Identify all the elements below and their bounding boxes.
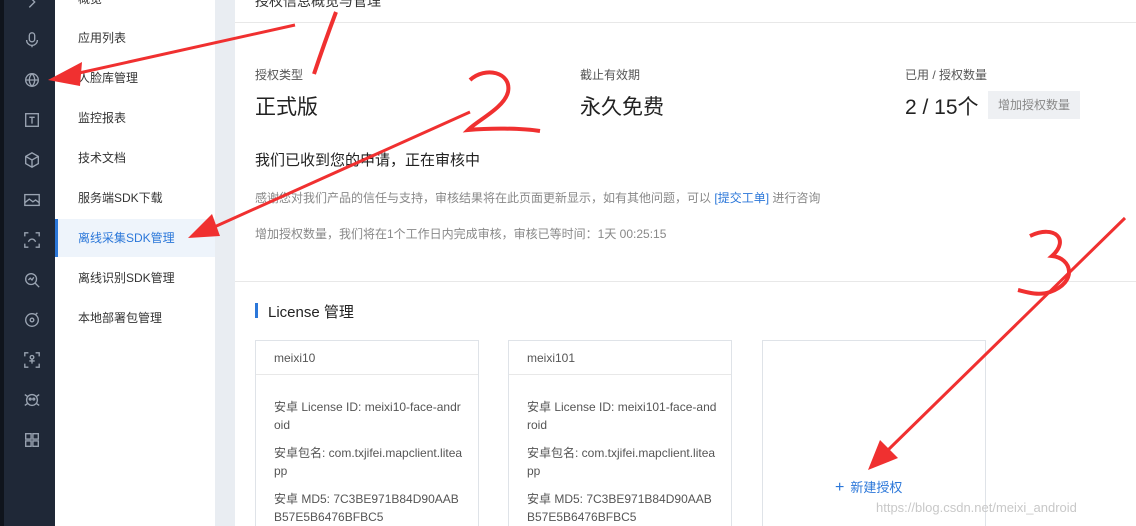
submit-ticket-link[interactable]: [提交工单] xyxy=(714,191,769,205)
review-message-text: 感谢您对我们产品的信任与支持，审核结果将在此页面更新显示，如有其他问题，可以 xyxy=(255,191,712,205)
review-status-title: 我们已收到您的申请，正在审核中 xyxy=(255,152,481,169)
review-wait-message: 增加授权数量，我们将在1个工作日内完成审核，审核已等时间：1天 00:25:15 xyxy=(255,227,667,241)
card-divider xyxy=(256,374,478,375)
main-panel: 授权信息概览与管理 授权类型 正式版 截止有效期 永久免费 已用 / 授权数量 … xyxy=(235,0,1136,526)
body-detect-icon[interactable] xyxy=(22,350,42,370)
watermark: https://blog.csdn.net/meixi_android xyxy=(876,500,1077,515)
secondary-menu: 概览 应用列表 人脸库管理 监控报表 技术文档 服务端SDK下载 离线采集SDK… xyxy=(55,0,215,526)
license-section-title: License 管理 xyxy=(268,304,354,321)
license-card[interactable]: meixi10 安卓 License ID: meixi10-face-andr… xyxy=(255,340,479,526)
license-count-value: 2 / 15个 xyxy=(905,96,979,119)
review-message: 感谢您对我们产品的信任与支持，审核结果将在此页面更新显示，如有其他问题，可以 [… xyxy=(255,189,820,206)
icon-rail xyxy=(0,0,55,526)
menu-item-face-library[interactable]: 人脸库管理 xyxy=(55,59,215,97)
menu-item-local-deploy-package[interactable]: 本地部署包管理 xyxy=(55,299,215,337)
new-license-card[interactable]: + 新建授权 xyxy=(762,340,986,526)
menu-item-tech-docs[interactable]: 技术文档 xyxy=(55,139,215,177)
menu-item-app-list[interactable]: 应用列表 xyxy=(55,19,215,57)
microphone-icon[interactable] xyxy=(22,30,42,50)
text-box-icon[interactable] xyxy=(22,110,42,130)
expiry-label: 截止有效期 xyxy=(580,68,641,82)
menu-item-offline-recognition-sdk[interactable]: 离线识别SDK管理 xyxy=(55,259,215,297)
package-name-field: 安卓包名: com.txjifei.mapclient.liteapp xyxy=(274,446,463,478)
license-id-field: 安卓 License ID: meixi101-face-android xyxy=(527,400,717,432)
new-license-button[interactable]: + 新建授权 xyxy=(835,477,902,497)
section-accent-bar xyxy=(255,303,258,318)
package-name-field: 安卓包名: com.txjifei.mapclient.liteapp xyxy=(527,446,716,478)
license-card[interactable]: meixi101 安卓 License ID: meixi101-face-an… xyxy=(508,340,732,526)
image-icon[interactable] xyxy=(22,190,42,210)
cube-icon[interactable] xyxy=(22,150,42,170)
md5-field: 安卓 MD5: 7C3BE971B84D90AABB57E5B6476BFBC5 xyxy=(527,492,712,524)
license-type-label: 授权类型 xyxy=(255,68,304,82)
apps-grid-icon[interactable] xyxy=(22,430,42,450)
header-divider xyxy=(235,22,1136,23)
plus-icon: + xyxy=(835,479,845,496)
alien-face-icon[interactable] xyxy=(22,390,42,410)
globe-icon[interactable] xyxy=(22,70,42,90)
menu-item-offline-capture-sdk[interactable]: 离线采集SDK管理 xyxy=(55,219,215,257)
section-divider xyxy=(235,281,1136,282)
menu-item-server-sdk-download[interactable]: 服务端SDK下载 xyxy=(55,179,215,217)
menu-item-overview[interactable]: 概览 xyxy=(55,0,215,18)
md5-field: 安卓 MD5: 7C3BE971B84D90AABB57E5B6476BFBC5 xyxy=(274,492,459,524)
content-gutter xyxy=(215,0,235,526)
review-message-tail: 进行咨询 xyxy=(772,191,821,205)
page-title: 授权信息概览与管理 xyxy=(255,0,381,9)
license-card-name: meixi101 xyxy=(527,351,576,365)
expiry-value: 永久免费 xyxy=(580,96,664,119)
card-divider xyxy=(509,374,731,375)
license-type-value: 正式版 xyxy=(255,96,318,119)
menu-item-monitoring-report[interactable]: 监控报表 xyxy=(55,99,215,137)
license-id-field: 安卓 License ID: meixi10-face-android xyxy=(274,400,461,432)
refresh-target-icon[interactable] xyxy=(22,310,42,330)
license-card-name: meixi10 xyxy=(274,351,316,365)
face-scan-icon[interactable] xyxy=(22,230,42,250)
increase-license-button[interactable]: 增加授权数量 xyxy=(988,91,1080,119)
license-count-label: 已用 / 授权数量 xyxy=(905,68,988,82)
chevron-right-icon[interactable] xyxy=(22,0,42,12)
new-license-label: 新建授权 xyxy=(850,480,903,495)
face-search-icon[interactable] xyxy=(22,270,42,290)
